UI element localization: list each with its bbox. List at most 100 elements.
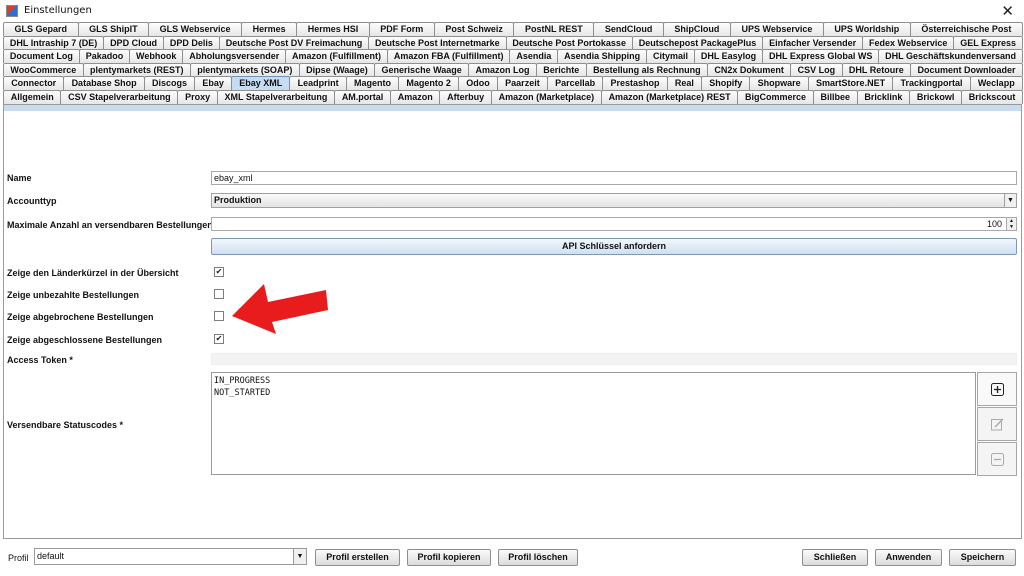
tab-afterbuy[interactable]: Afterbuy <box>439 89 492 104</box>
tab-dipse-waage[interactable]: Dipse (Waage) <box>298 62 376 77</box>
delete-profile-button[interactable]: Profil löschen <box>498 549 578 566</box>
apply-button[interactable]: Anwenden <box>875 549 942 566</box>
tab-xml-stapelverarbeitung[interactable]: XML Stapelverarbeitung <box>216 89 336 104</box>
tab-weclapp[interactable]: Weclapp <box>969 76 1023 90</box>
tab-ups-webservice[interactable]: UPS Webservice <box>729 22 824 36</box>
tab-hermes-hsi[interactable]: Hermes HSI <box>296 22 370 36</box>
chevron-down-icon[interactable]: ▼ <box>1004 194 1016 207</box>
tab-document-downloader[interactable]: Document Downloader <box>910 62 1023 77</box>
tab-post-schweiz[interactable]: Post Schweiz <box>433 22 515 36</box>
tab-dhl-geschäftskundenversand[interactable]: DHL Geschäftskundenversand <box>878 49 1023 63</box>
tab-connector[interactable]: Connector <box>3 76 65 90</box>
tab-postnl-rest[interactable]: PostNL REST <box>513 22 595 36</box>
tab-pakadoo[interactable]: Pakadoo <box>78 49 131 63</box>
tab-csv-log[interactable]: CSV Log <box>790 62 843 77</box>
tab-deutschepost-packageplus[interactable]: Deutschepost PackagePlus <box>631 35 764 50</box>
tab-database-shop[interactable]: Database Shop <box>63 76 145 90</box>
tab-prestashop[interactable]: Prestashop <box>602 76 668 90</box>
tab-deutsche-post-dv-freimachung[interactable]: Deutsche Post DV Freimachung <box>218 35 370 50</box>
tab-magento-2[interactable]: Magento 2 <box>398 76 460 90</box>
tab-sendcloud[interactable]: SendCloud <box>593 22 664 36</box>
tab-woocommerce[interactable]: WooCommerce <box>3 62 84 77</box>
tab-shipcloud[interactable]: ShipCloud <box>662 22 731 36</box>
tab-ebay-xml[interactable]: Ebay XML <box>231 76 291 90</box>
cb-cancelled-checkbox[interactable] <box>214 311 224 321</box>
tab-amazon-fba-fulfillment[interactable]: Amazon FBA (Fulfillment) <box>386 49 511 63</box>
tab-proxy[interactable]: Proxy <box>177 89 218 104</box>
tab-am-portal[interactable]: AM.portal <box>334 89 392 104</box>
tab-paarzeit[interactable]: Paarzeit <box>496 76 548 90</box>
tab-ebay[interactable]: Ebay <box>194 76 233 90</box>
tab-smartstore-net[interactable]: SmartStore.NET <box>807 76 894 90</box>
tab-fedex-webservice[interactable]: Fedex Webservice <box>862 35 955 50</box>
list-item[interactable]: NOT_STARTED <box>214 387 973 399</box>
tab-ups-worldship[interactable]: UPS Worldship <box>822 22 911 36</box>
tab-dhl-intraship-7-de[interactable]: DHL Intraship 7 (DE) <box>3 35 105 50</box>
chevron-down-icon[interactable]: ▼ <box>293 549 306 564</box>
cb-unpaid-checkbox[interactable] <box>214 289 224 299</box>
tab-document-log[interactable]: Document Log <box>3 49 80 63</box>
tab-generische-waage[interactable]: Generische Waage <box>374 62 470 77</box>
tab-amazon-fulfillment[interactable]: Amazon (Fulfillment) <box>285 49 388 63</box>
tab-einfacher-versender[interactable]: Einfacher Versender <box>762 35 864 50</box>
tab-hermes[interactable]: Hermes <box>241 22 298 36</box>
list-item[interactable]: IN_PROGRESS <box>214 375 973 387</box>
tab-parcellab[interactable]: Parcellab <box>546 76 604 90</box>
tab-leadprint[interactable]: Leadprint <box>289 76 347 90</box>
tab-gls-webservice[interactable]: GLS Webservice <box>148 22 243 36</box>
close-button[interactable]: Schließen <box>802 549 868 566</box>
tab-berichte[interactable]: Berichte <box>535 62 587 77</box>
tab-gel-express[interactable]: GEL Express <box>953 35 1023 50</box>
copy-profile-button[interactable]: Profil kopieren <box>407 549 491 566</box>
save-button[interactable]: Speichern <box>949 549 1016 566</box>
tab-billbee[interactable]: Billbee <box>812 89 858 104</box>
name-input[interactable]: ebay_xml <box>211 171 1017 185</box>
remove-status-button[interactable] <box>977 442 1017 476</box>
tab-gls-shipit[interactable]: GLS ShipIT <box>77 22 150 36</box>
tab-dpd-delis[interactable]: DPD Delis <box>162 35 220 50</box>
tab-asendia[interactable]: Asendia <box>509 49 559 63</box>
tab-allgemein[interactable]: Allgemein <box>3 89 62 104</box>
max-orders-spinner[interactable]: 100 ▲ ▼ <box>211 217 1017 231</box>
profile-select[interactable]: default ▼ <box>34 548 307 565</box>
tab-real[interactable]: Real <box>666 76 703 90</box>
tab-amazon-marketplace-rest[interactable]: Amazon (Marketplace) REST <box>600 89 739 104</box>
tab-bigcommerce[interactable]: BigCommerce <box>737 89 814 104</box>
tab-abholungsversender[interactable]: Abholungsversender <box>182 49 287 63</box>
tab-citymail[interactable]: Citymail <box>646 49 695 63</box>
tab-plentymarkets-rest[interactable]: plentymarkets (REST) <box>82 62 191 77</box>
tab-trackingportal[interactable]: Trackingportal <box>892 76 971 90</box>
close-icon[interactable]: ✕ <box>1001 2 1014 20</box>
tab-shopify[interactable]: Shopify <box>701 76 751 90</box>
tab-österreichische-post[interactable]: Österreichische Post <box>909 22 1023 36</box>
tab-amazon-log[interactable]: Amazon Log <box>468 62 537 77</box>
tab-discogs[interactable]: Discogs <box>143 76 196 90</box>
tab-odoo[interactable]: Odoo <box>458 76 498 90</box>
tab-deutsche-post-internetmarke[interactable]: Deutsche Post Internetmarke <box>368 35 507 50</box>
tab-webhook[interactable]: Webhook <box>129 49 184 63</box>
create-profile-button[interactable]: Profil erstellen <box>315 549 400 566</box>
tab-deutsche-post-portokasse[interactable]: Deutsche Post Portokasse <box>505 35 633 50</box>
edit-status-button[interactable] <box>977 407 1017 441</box>
tab-magento[interactable]: Magento <box>345 76 400 90</box>
access-token-input[interactable] <box>211 353 1017 365</box>
tab-brickscout[interactable]: Brickscout <box>961 89 1024 104</box>
tab-dhl-retoure[interactable]: DHL Retoure <box>841 62 912 77</box>
cb-completed-checkbox[interactable]: ✔ <box>214 334 224 344</box>
spinner-arrows-icon[interactable]: ▲ ▼ <box>1006 218 1016 230</box>
tab-plentymarkets-soap[interactable]: plentymarkets (SOAP) <box>189 62 300 77</box>
tab-brickowl[interactable]: Brickowl <box>909 89 963 104</box>
tab-amazon[interactable]: Amazon <box>390 89 441 104</box>
tab-amazon-marketplace[interactable]: Amazon (Marketplace) <box>490 89 602 104</box>
tab-pdf-form[interactable]: PDF Form <box>368 22 435 36</box>
cb-country-checkbox[interactable]: ✔ <box>214 267 224 277</box>
accounttype-select[interactable]: Produktion ▼ <box>211 193 1017 208</box>
tab-asendia-shipping[interactable]: Asendia Shipping <box>557 49 648 63</box>
tab-csv-stapelverarbeitung[interactable]: CSV Stapelverarbeitung <box>60 89 179 104</box>
tab-cn2x-dokument[interactable]: CN2x Dokument <box>706 62 792 77</box>
status-codes-list[interactable]: IN_PROGRESS NOT_STARTED <box>211 372 976 475</box>
api-key-button[interactable]: API Schlüssel anfordern <box>211 238 1017 255</box>
tab-gls-gepard[interactable]: GLS Gepard <box>3 22 79 36</box>
tab-bestellung-als-rechnung[interactable]: Bestellung als Rechnung <box>585 62 708 77</box>
tab-dhl-easylog[interactable]: DHL Easylog <box>693 49 764 63</box>
